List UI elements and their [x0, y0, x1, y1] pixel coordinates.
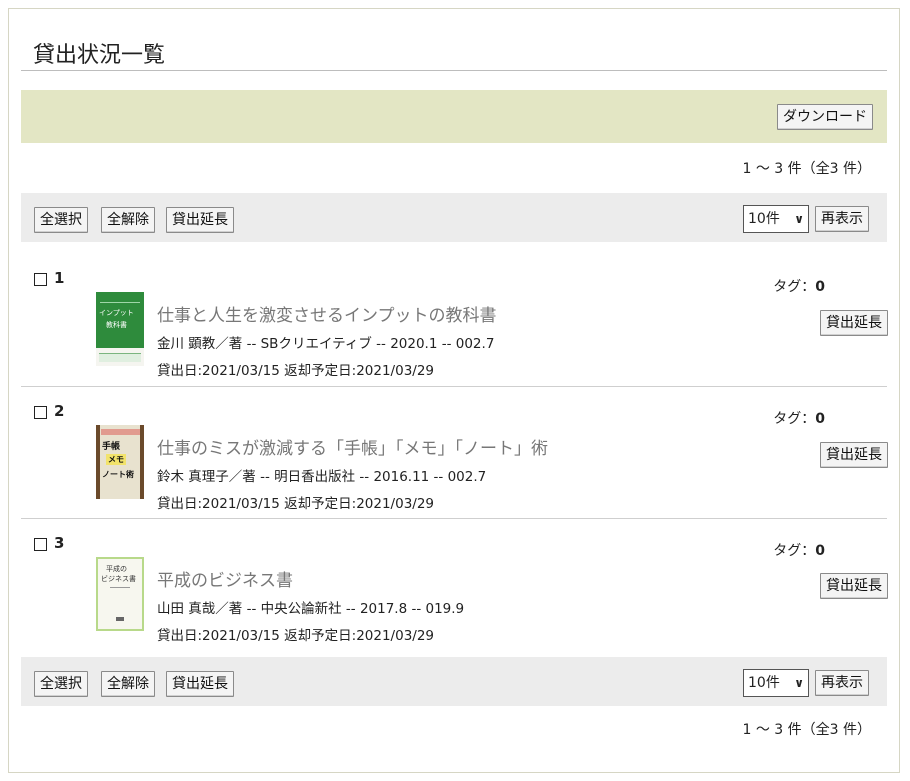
cover-text: インプット	[99, 309, 134, 317]
cover-text: 平成の	[106, 565, 127, 573]
book-meta: 鈴木 真理子／著 -- 明日香出版社 -- 2016.11 -- 002.7	[157, 469, 487, 485]
item-extend-button[interactable]: 貸出延長	[820, 442, 888, 468]
book-title-link[interactable]: 平成のビジネス書	[157, 566, 293, 591]
loan-status-panel: 貸出状況一覧 ダウンロード 1 ～ 3 件（全3 件） 全選択 全解除 貸出延長…	[8, 8, 900, 773]
download-bar: ダウンロード	[21, 90, 887, 143]
item-number: 1	[54, 269, 65, 287]
chevron-down-icon: ∨	[794, 212, 804, 226]
list-item: 3 平成の ビジネス書 平成のビジネス書 山田 真哉／著 -- 中央公論新社 -…	[21, 518, 888, 649]
tag-label: タグ：	[773, 411, 816, 427]
per-page-value: 10件	[748, 211, 780, 227]
deselect-all-button[interactable]: 全解除	[101, 671, 155, 697]
book-cover-image: 手帳 メモ ノート術	[96, 425, 144, 499]
result-count-top: 1 ～ 3 件（全3 件）	[742, 161, 871, 177]
tag-label: タグ：	[773, 543, 816, 559]
book-meta: 山田 真哉／著 -- 中央公論新社 -- 2017.8 -- 019.9	[157, 601, 465, 617]
cover-text: 手帳	[102, 442, 121, 452]
per-page-select[interactable]: 10件 ∨	[743, 205, 809, 233]
item-number: 2	[54, 402, 65, 420]
chevron-down-icon: ∨	[794, 676, 804, 690]
select-all-button[interactable]: 全選択	[34, 207, 88, 233]
toolbar-bottom: 全選択 全解除 貸出延長 10件 ∨ 再表示	[21, 657, 887, 706]
cover-text: ノート術	[102, 470, 134, 479]
item-checkbox[interactable]	[34, 538, 47, 551]
item-checkbox[interactable]	[34, 273, 47, 286]
per-page-value: 10件	[748, 675, 780, 691]
loan-dates: 貸出日:2021/03/15 返却予定日:2021/03/29	[157, 628, 435, 644]
extend-selected-button[interactable]: 貸出延長	[166, 671, 234, 697]
item-number: 3	[54, 534, 65, 552]
book-cover-image: 平成の ビジネス書	[96, 557, 144, 631]
select-all-button[interactable]: 全選択	[34, 671, 88, 697]
book-cover-image: インプット 教科書	[96, 292, 144, 366]
tag-label: タグ：	[773, 279, 816, 295]
item-extend-button[interactable]: 貸出延長	[820, 573, 888, 599]
book-title-link[interactable]: 仕事と人生を激変させるインプットの教科書	[157, 301, 497, 326]
tag-count: タグ：0	[773, 408, 825, 428]
tag-count: タグ：0	[773, 540, 825, 560]
tag-count: タグ：0	[773, 276, 825, 296]
extend-selected-button[interactable]: 貸出延長	[166, 207, 234, 233]
download-button[interactable]: ダウンロード	[777, 104, 873, 130]
list-item: 1 インプット 教科書 仕事と人生を激変させるインプットの教科書 金川 顕教／著…	[21, 253, 888, 384]
item-checkbox[interactable]	[34, 406, 47, 419]
deselect-all-button[interactable]: 全解除	[101, 207, 155, 233]
book-title-link[interactable]: 仕事のミスが激減する「手帳」「メモ」「ノート」術	[157, 434, 548, 459]
toolbar-top: 全選択 全解除 貸出延長 10件 ∨ 再表示	[21, 193, 887, 242]
title-divider	[21, 70, 887, 71]
loan-dates: 貸出日:2021/03/15 返却予定日:2021/03/29	[157, 496, 435, 512]
loan-dates: 貸出日:2021/03/15 返却予定日:2021/03/29	[157, 363, 435, 379]
result-count-bottom: 1 ～ 3 件（全3 件）	[742, 722, 871, 738]
cover-text: 教科書	[106, 321, 127, 329]
cover-text: メモ	[106, 454, 126, 465]
cover-text: ビジネス書	[101, 575, 136, 583]
book-meta: 金川 顕教／著 -- SBクリエイティブ -- 2020.1 -- 002.7	[157, 336, 495, 352]
refresh-button[interactable]: 再表示	[815, 206, 869, 232]
refresh-button[interactable]: 再表示	[815, 670, 869, 696]
per-page-select[interactable]: 10件 ∨	[743, 669, 809, 697]
tag-count-value: 0	[815, 543, 825, 559]
tag-count-value: 0	[815, 411, 825, 427]
item-extend-button[interactable]: 貸出延長	[820, 310, 888, 336]
page-title: 貸出状況一覧	[33, 43, 166, 68]
list-item: 2 手帳 メモ ノート術 仕事のミスが激減する「手帳」「メモ」「ノート」術 鈴木…	[21, 386, 888, 517]
tag-count-value: 0	[815, 279, 825, 295]
